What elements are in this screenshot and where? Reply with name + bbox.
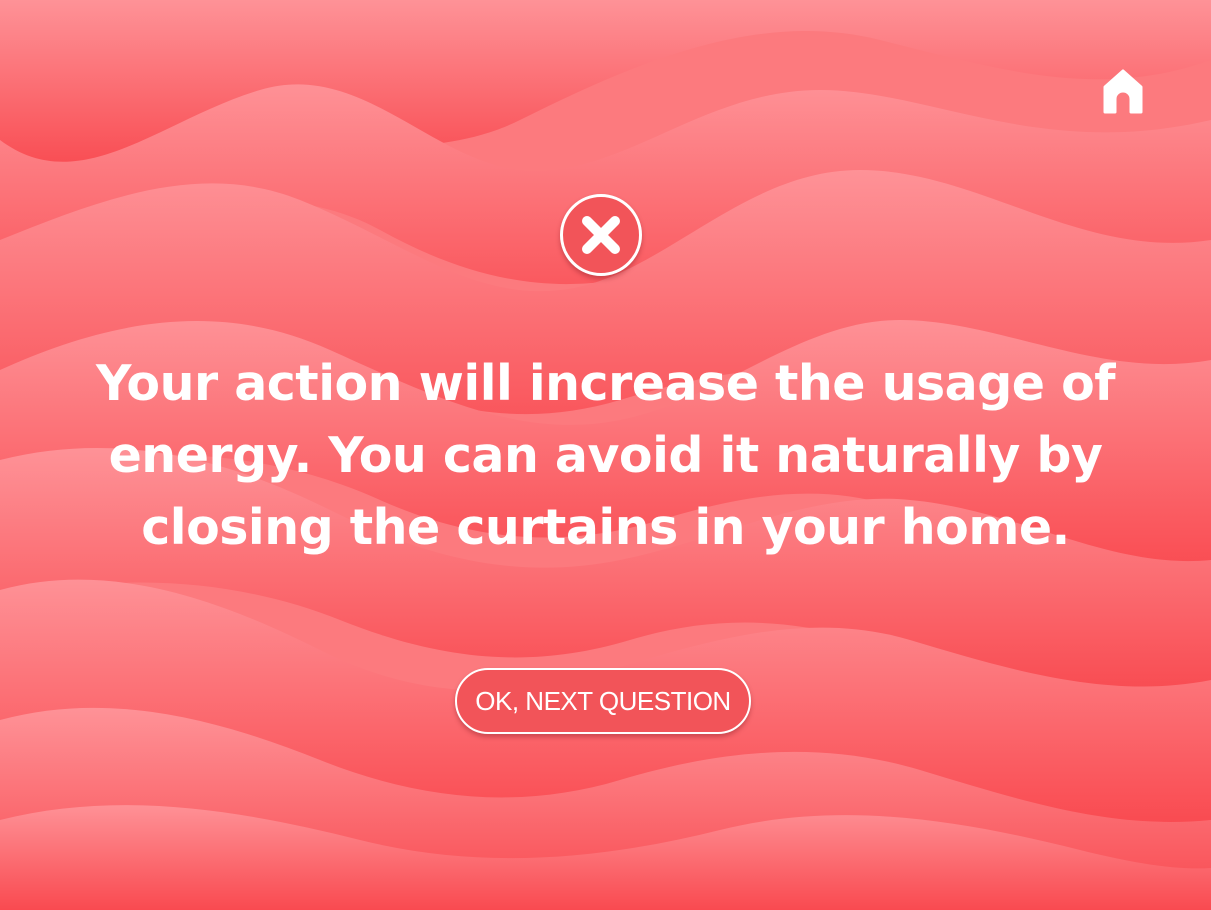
home-icon (1103, 69, 1143, 114)
home-button[interactable] (1099, 66, 1147, 116)
wrong-answer-badge (560, 194, 642, 276)
close-x-icon (582, 216, 620, 254)
next-question-button[interactable]: OK, NEXT QUESTION (455, 668, 751, 734)
feedback-message: Your action will increase the usage of e… (95, 355, 1116, 556)
